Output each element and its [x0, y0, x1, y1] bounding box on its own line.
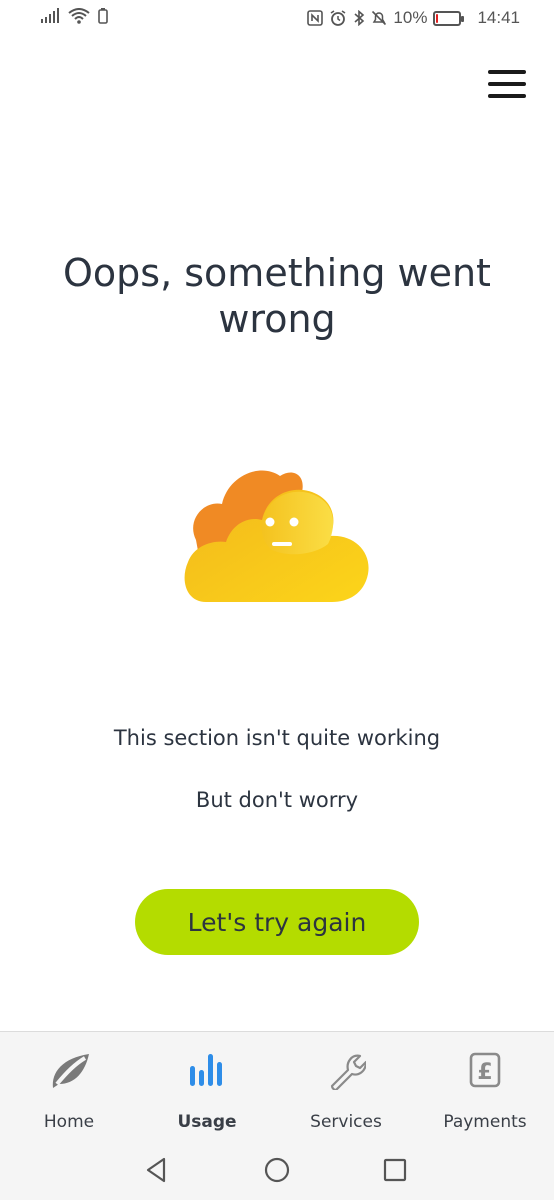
- error-title: Oops, something went wrong: [63, 251, 491, 341]
- sad-cloud-illustration: [184, 470, 369, 602]
- signal-icon: [41, 8, 59, 23]
- retry-button[interactable]: Let's try again: [135, 889, 419, 955]
- pound-icon: £: [469, 1052, 501, 1088]
- nfc-icon: [307, 10, 324, 26]
- error-submessage: But don't worry: [195, 788, 359, 812]
- system-nav-bar: [0, 1141, 554, 1200]
- error-message: This section isn't quite working: [113, 726, 441, 750]
- tab-services[interactable]: Services: [277, 1032, 415, 1142]
- bluetooth-icon: [354, 10, 365, 26]
- phone-battery-icon: [98, 8, 108, 24]
- tab-label: Home: [43, 1112, 95, 1132]
- home-circle-icon[interactable]: [262, 1155, 292, 1185]
- alarm-icon: [330, 10, 346, 26]
- battery-percent: 10%: [393, 8, 428, 27]
- svg-text:£: £: [477, 1060, 492, 1085]
- tab-home[interactable]: Home: [0, 1032, 138, 1142]
- tab-payments[interactable]: £ Payments: [416, 1032, 554, 1142]
- back-icon[interactable]: [142, 1155, 172, 1185]
- menu-line: [488, 70, 526, 74]
- battery-icon: [433, 10, 465, 26]
- status-bar: 10% 14:41: [0, 0, 554, 40]
- screen: 10% 14:41 Oops, something went wrong Thi…: [0, 0, 554, 1200]
- tab-label: Services: [310, 1112, 382, 1132]
- mute-bell-icon: [372, 10, 387, 26]
- menu-line: [488, 94, 526, 98]
- recents-square-icon[interactable]: [380, 1155, 410, 1185]
- clock: 14:41: [477, 8, 520, 27]
- status-left: [40, 8, 108, 24]
- tab-label: Usage: [177, 1112, 237, 1132]
- wrench-icon: [330, 1054, 366, 1090]
- tab-usage[interactable]: Usage: [138, 1032, 276, 1142]
- menu-button[interactable]: [488, 70, 528, 104]
- leaf-icon: [52, 1054, 89, 1088]
- bottom-tab-bar: Home Usage Services £ Payments: [0, 1031, 554, 1141]
- bar-chart-icon: [190, 1054, 222, 1086]
- menu-line: [488, 82, 526, 86]
- tab-label: Payments: [443, 1112, 527, 1132]
- wifi-icon: [68, 8, 90, 24]
- status-right: 10% 14:41: [307, 8, 520, 28]
